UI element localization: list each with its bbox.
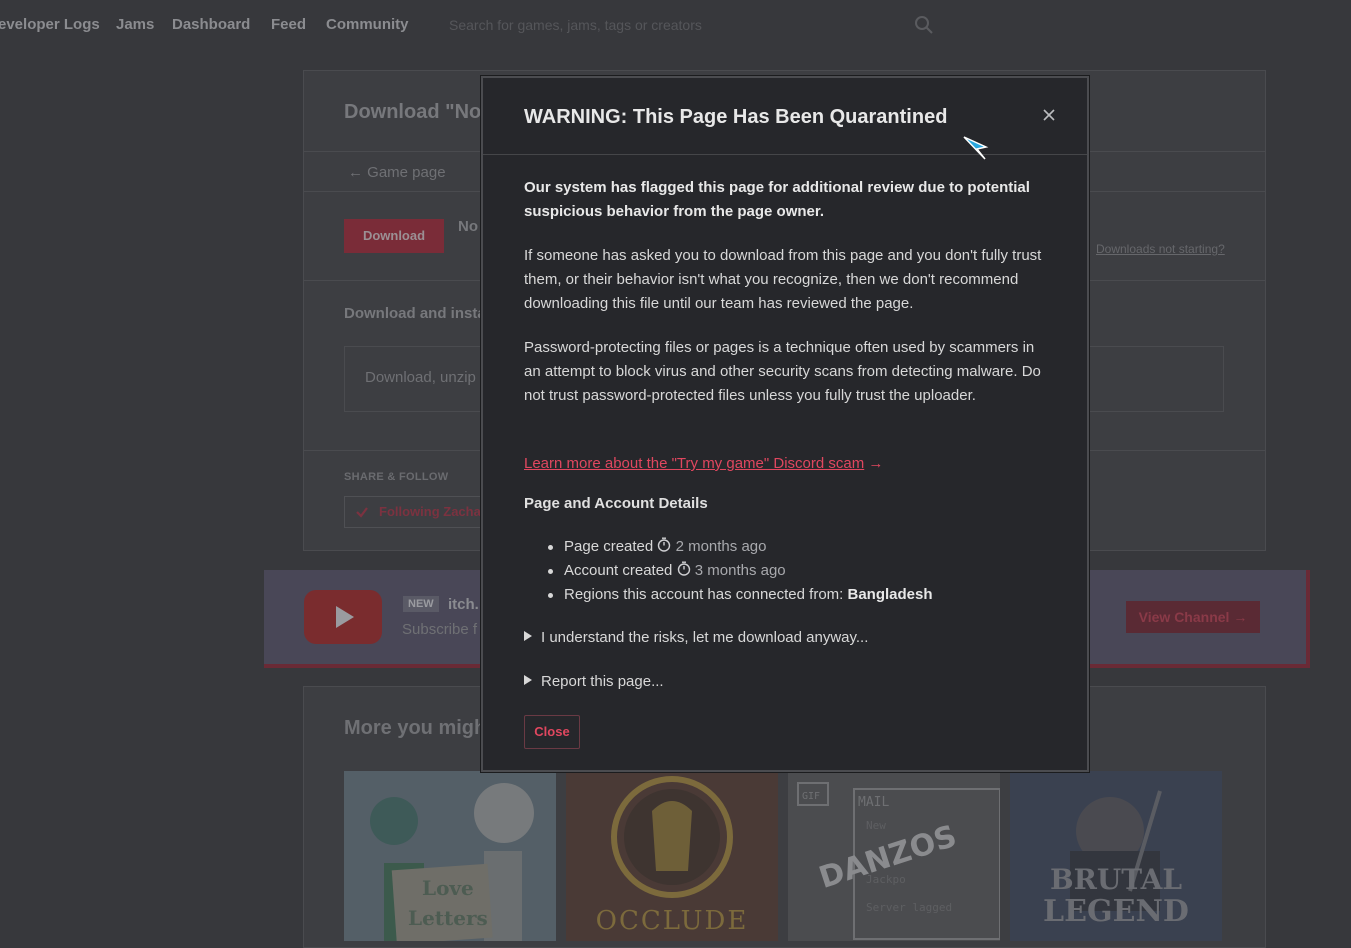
share-heading: SHARE & FOLLOW [344, 471, 449, 483]
understand-risks-label: I understand the risks, let me download … [541, 629, 869, 646]
game-thumbnail[interactable]: Love Letters [344, 771, 556, 941]
check-icon [356, 507, 368, 518]
svg-text:Letters: Letters [408, 906, 488, 930]
page-created-label: Page created [564, 538, 654, 555]
banner-title: itch. [448, 596, 479, 613]
timer-icon [677, 561, 690, 576]
top-nav: eveloper Logs Jams Dashboard Feed Commun… [0, 0, 1351, 52]
new-badge: NEW [403, 596, 439, 612]
svg-text:New: New [866, 819, 886, 832]
thumbnail-caption: Love [422, 876, 474, 900]
game-thumbnail[interactable]: GIF MAIL New Jackpo Server lagged DANZOS [788, 771, 1000, 941]
mail-art: GIF MAIL New Jackpo Server lagged DANZOS [788, 771, 1000, 941]
banner-subtitle: Subscribe f [402, 621, 478, 638]
search-input[interactable]: Search for games, jams, tags or creators [436, 8, 944, 42]
brutal-legend-art: BRUTAL LEGEND [1010, 771, 1222, 941]
dialog-divider [483, 154, 1087, 155]
understand-risks-toggle[interactable]: I understand the risks, let me download … [524, 629, 868, 646]
nav-link-developer-logs[interactable]: eveloper Logs [0, 16, 100, 33]
game-page-link[interactable]: ← Game page [348, 164, 446, 181]
report-page-label: Report this page... [541, 673, 664, 690]
occlude-art: OCCLUDE [566, 771, 778, 941]
arrow-right-icon: → [868, 455, 884, 472]
nav-link-feed[interactable]: Feed [271, 16, 306, 33]
follow-label: Following Zacha [379, 504, 481, 519]
love-letters-art: Love Letters [344, 771, 556, 941]
svg-text:GIF: GIF [802, 791, 820, 802]
svg-text:OCCLUDE: OCCLUDE [596, 906, 749, 936]
report-page-toggle[interactable]: Report this page... [524, 673, 664, 690]
close-button[interactable]: Close [524, 715, 580, 749]
svg-text:LEGEND: LEGEND [1043, 894, 1189, 929]
game-thumbnail[interactable]: BRUTAL LEGEND [1010, 771, 1222, 941]
download-button[interactable]: Download [344, 219, 444, 253]
svg-text:MAIL: MAIL [858, 795, 889, 810]
details-heading: Page and Account Details [524, 495, 708, 512]
install-text: Download, unzip [365, 369, 476, 386]
file-name: No [458, 218, 478, 235]
regions-value: Bangladesh [847, 586, 933, 603]
account-created-label: Account created [564, 562, 673, 579]
timer-icon [658, 537, 671, 552]
svg-text:Server lagged: Server lagged [866, 901, 952, 914]
dialog-paragraph-1: If someone has asked you to download fro… [524, 247, 1042, 312]
downloads-not-starting-link[interactable]: Downloads not starting? [1096, 242, 1225, 256]
regions-label: Regions this account has connected from: [564, 586, 844, 603]
nav-link-community[interactable]: Community [326, 16, 409, 33]
learn-more-row: Learn more about the "Try my game" Disco… [524, 452, 1044, 476]
game-thumbnail[interactable]: OCCLUDE [566, 771, 778, 941]
install-heading: Download and insta [344, 305, 486, 322]
dialog-title: WARNING: This Page Has Been Quarantined [524, 106, 948, 128]
search-icon[interactable] [914, 15, 934, 35]
dialog-paragraph-2: Password-protecting files or pages is a … [524, 339, 1041, 404]
learn-more-link[interactable]: Learn more about the "Try my game" Disco… [524, 455, 864, 472]
svg-text:BRUTAL: BRUTAL [1050, 863, 1182, 896]
mouse-cursor-icon [963, 136, 989, 160]
disclosure-triangle-icon [524, 631, 532, 641]
list-item: Account created 3 months ago [524, 559, 1044, 583]
page-title: Download "No [344, 101, 482, 123]
quarantine-warning-dialog: WARNING: This Page Has Been Quarantined … [481, 76, 1089, 772]
youtube-logo-icon [304, 590, 382, 644]
account-created-value: 3 months ago [694, 562, 786, 579]
list-item: Regions this account has connected from:… [524, 583, 1044, 607]
play-icon [336, 606, 354, 628]
details-list: Page created 2 months ago Account create… [524, 535, 1044, 607]
nav-link-dashboard[interactable]: Dashboard [172, 16, 250, 33]
close-icon[interactable] [1038, 104, 1060, 126]
search-placeholder: Search for games, jams, tags or creators [449, 17, 702, 33]
page-created-value: 2 months ago [675, 538, 767, 555]
dialog-intro: Our system has flagged this page for add… [524, 179, 1030, 220]
nav-link-jams[interactable]: Jams [116, 16, 154, 33]
recommendations-title: More you migh [344, 717, 487, 739]
view-channel-button[interactable]: View Channel → [1126, 601, 1260, 633]
disclosure-triangle-icon [524, 675, 532, 685]
list-item: Page created 2 months ago [524, 535, 1044, 559]
